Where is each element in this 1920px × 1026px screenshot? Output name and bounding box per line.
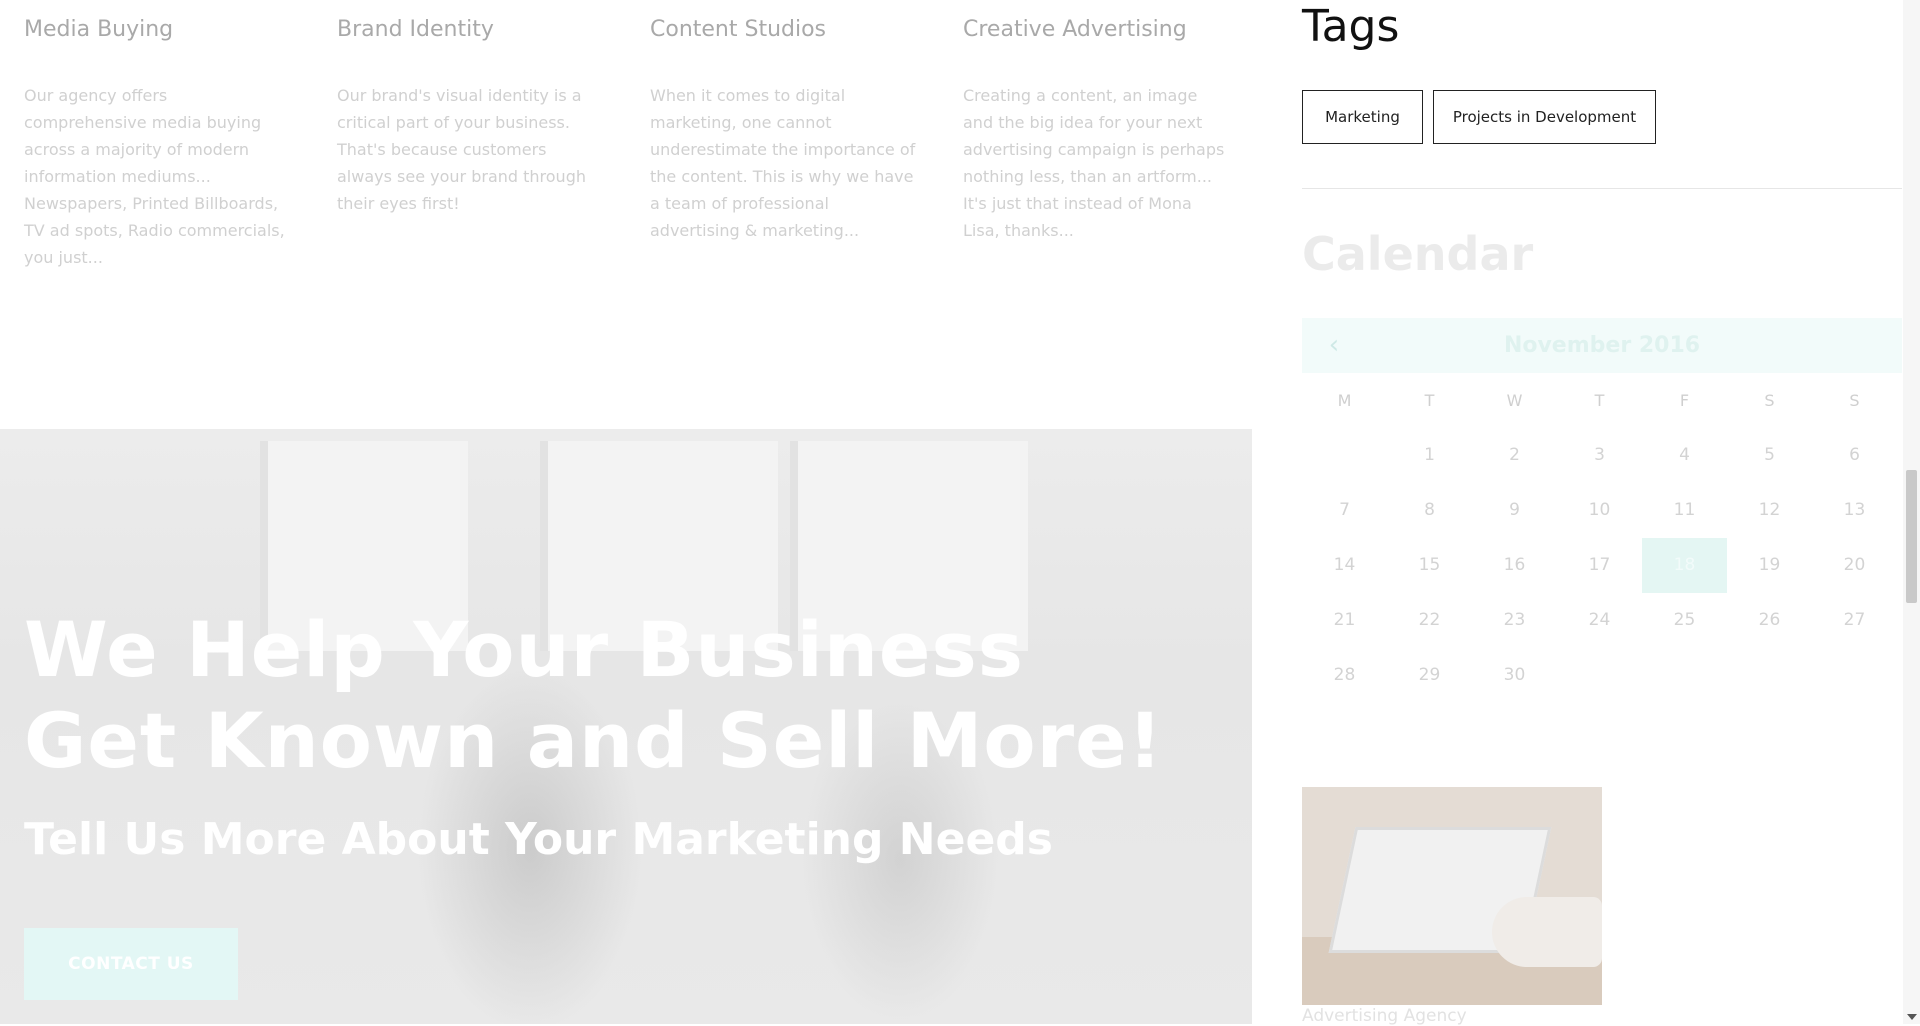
calendar-day[interactable]: 27 [1812, 593, 1897, 648]
service-title[interactable]: Brand Identity [337, 14, 605, 46]
calendar-day[interactable]: 11 [1642, 483, 1727, 538]
weekday-label: T [1594, 391, 1605, 410]
post-thumbnail-image[interactable] [1302, 787, 1602, 1005]
calendar-month-label: November 2016 [1503, 333, 1701, 358]
calendar-day[interactable]: 22 [1387, 593, 1472, 648]
calendar-day[interactable]: 8 [1387, 483, 1472, 538]
calendar-empty-cell [1642, 648, 1727, 703]
calendar-week-row: 28 29 30 [1302, 648, 1902, 703]
calendar-day[interactable]: 14 [1302, 538, 1387, 593]
calendar-day[interactable]: 30 [1472, 648, 1557, 703]
calendar-empty-cell [1302, 428, 1387, 483]
calendar-week-row: 14 15 16 17 18 19 20 [1302, 538, 1902, 593]
calendar-week-row: 123456 [1302, 428, 1902, 483]
calendar-weekday-row: M T W T F S S [1302, 373, 1902, 428]
calendar-empty-cell [1727, 648, 1812, 703]
sidebar: Tags Marketing Projects in Development C… [1302, 0, 1902, 1026]
calendar-empty-cell [1812, 648, 1897, 703]
service-media-buying: Media Buying Our agency offers comprehen… [24, 0, 292, 271]
calendar-day[interactable]: 21 [1302, 593, 1387, 648]
calendar-day[interactable]: 18 [1642, 538, 1727, 593]
services-row: Media Buying Our agency offers comprehen… [0, 0, 1252, 430]
calendar-day[interactable]: 5 [1727, 428, 1812, 483]
calendar-day[interactable]: 20 [1812, 538, 1897, 593]
weekday-label: W [1506, 391, 1523, 410]
hero-subheadline: Tell Us More About Your Marketing Needs [24, 814, 1053, 865]
calendar-day[interactable]: 19 [1727, 538, 1812, 593]
scroll-down-arrow-icon[interactable] [1907, 1014, 1917, 1020]
service-title[interactable]: Creative Advertising [963, 14, 1231, 46]
hero-banner: We Help Your Business Get Known and Sell… [0, 429, 1252, 1024]
calendar-day[interactable]: 2 [1472, 428, 1557, 483]
service-creative-advertising: Creative Advertising Creating a content,… [963, 0, 1231, 244]
hero-headline: We Help Your Business Get Known and Sell… [24, 605, 1164, 785]
calendar-day[interactable]: 25 [1642, 593, 1727, 648]
post-caption-link[interactable]: Advertising Agency [1302, 1006, 1467, 1026]
tag-marketing[interactable]: Marketing [1302, 90, 1423, 144]
weekday-label: T [1424, 391, 1435, 410]
calendar-week-row: 21 22 23 24 25 26 27 [1302, 593, 1902, 648]
calendar-day[interactable]: 6 [1812, 428, 1897, 483]
calendar-week-row: 7 8 9 10 11 12 13 [1302, 483, 1902, 538]
calendar-day[interactable]: 15 [1387, 538, 1472, 593]
sidebar-divider [1302, 188, 1902, 189]
contact-us-button[interactable]: CONTACT US [24, 928, 238, 1000]
calendar-day[interactable]: 13 [1812, 483, 1897, 538]
calendar-day[interactable]: 3 [1557, 428, 1642, 483]
scrollbar-thumb[interactable] [1906, 470, 1917, 603]
calendar-day[interactable]: 12 [1727, 483, 1812, 538]
calendar-day[interactable]: 9 [1472, 483, 1557, 538]
service-text: Our brand's visual identity is a critica… [337, 86, 586, 213]
calendar-day[interactable]: 1 [1387, 428, 1472, 483]
service-text: Creating a content, an image and the big… [963, 86, 1225, 240]
service-title[interactable]: Media Buying [24, 14, 292, 46]
calendar-day[interactable]: 26 [1727, 593, 1812, 648]
calendar-day[interactable]: 23 [1472, 593, 1557, 648]
tags-title: Tags [1302, 1, 1400, 52]
chevron-left-icon[interactable]: ‹ [1320, 330, 1348, 360]
calendar-title: Calendar [1302, 227, 1534, 281]
service-text: Our agency offers comprehensive media bu… [24, 86, 285, 267]
service-title[interactable]: Content Studios [650, 14, 918, 46]
service-content-studios: Content Studios When it comes to digital… [650, 0, 918, 244]
weekday-label: S [1764, 391, 1775, 410]
calendar-day[interactable]: 17 [1557, 538, 1642, 593]
thumbnail-hand-decor [1492, 897, 1602, 967]
service-brand-identity: Brand Identity Our brand's visual identi… [337, 0, 605, 217]
calendar-day[interactable]: 16 [1472, 538, 1557, 593]
calendar-header: November 2016 ‹ [1302, 318, 1902, 373]
weekday-label: S [1849, 391, 1860, 410]
calendar-day[interactable]: 24 [1557, 593, 1642, 648]
calendar-day[interactable]: 28 [1302, 648, 1387, 703]
page-scrollbar[interactable] [1903, 0, 1920, 1024]
calendar-weeks: 1 2 3 4 5 6 7 8 9 10 11 12 13 14 15 16 17 18 19 20 21 22 23 24 2… [1302, 428, 1902, 703]
service-text: When it comes to digital marketing, one … [650, 86, 916, 240]
calendar-day[interactable]: 29 [1387, 648, 1472, 703]
calendar-empty-cell [1557, 648, 1642, 703]
calendar-grid: M T W T F S S 1 2 3 4 5 6 7 8 9 10 11 12 13 14 15 16 17 1… [1302, 373, 1902, 703]
weekday-label: F [1679, 391, 1690, 410]
calendar-day[interactable]: 10 [1557, 483, 1642, 538]
tag-projects-in-development[interactable]: Projects in Development [1433, 90, 1656, 144]
calendar-day[interactable]: 4 [1642, 428, 1727, 483]
calendar-day[interactable]: 7 [1302, 483, 1387, 538]
weekday-label: M [1337, 391, 1352, 410]
